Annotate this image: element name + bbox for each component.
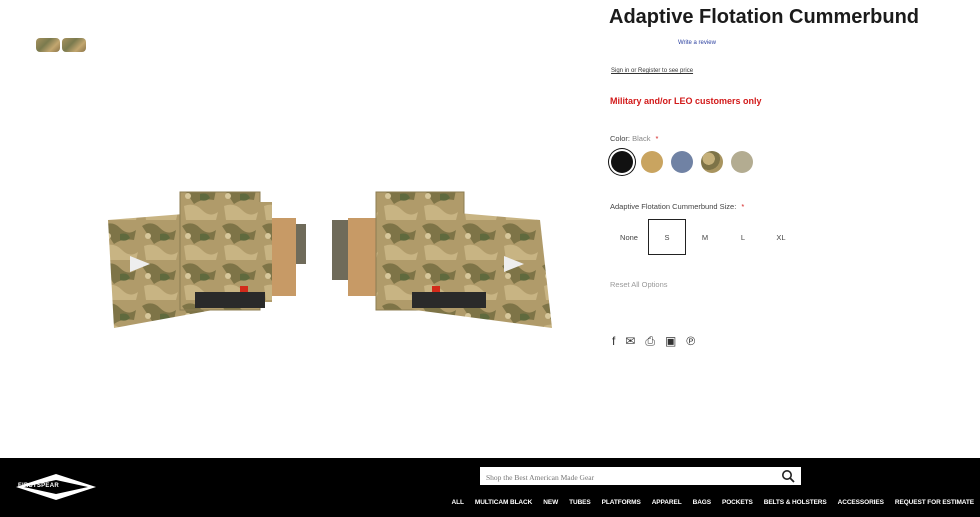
swatch-coyote[interactable] (641, 151, 663, 173)
nav-all[interactable]: ALL (452, 499, 464, 506)
search-box (480, 467, 801, 487)
nav-apparel[interactable]: APPAREL (652, 499, 682, 506)
nav-tubes[interactable]: TUBES (569, 499, 591, 506)
product-main-image (108, 191, 552, 328)
nav-accessories[interactable]: ACCESSORIES (838, 499, 884, 506)
left-cummerbund-panel (108, 191, 306, 328)
swatch-black[interactable] (611, 151, 633, 173)
color-label-text: Color: (610, 134, 631, 143)
search-input[interactable] (480, 468, 770, 487)
email-icon[interactable]: ✉ (625, 334, 635, 348)
swatch-multicam[interactable] (701, 151, 723, 173)
required-marker: * (655, 134, 659, 143)
thumbnail-left-piece (36, 38, 60, 52)
share-icons: f ✉ ⎙ ▣ ℗ (612, 334, 695, 348)
size-option-m[interactable]: M (686, 219, 724, 255)
size-option-label: Adaptive Flotation Cummerbund Size: * (610, 202, 744, 211)
size-selector: None S M L XL (610, 219, 800, 255)
product-title: Adaptive Flotation Cummerbund (609, 6, 919, 28)
nav-new[interactable]: NEW (543, 499, 558, 506)
size-option-none[interactable]: None (610, 219, 648, 255)
product-thumbnail[interactable] (36, 38, 88, 56)
search-icon[interactable] (781, 469, 795, 483)
size-required-marker: * (741, 202, 745, 211)
print-icon[interactable]: ⎙ (645, 334, 655, 348)
nav-request-estimate[interactable]: REQUEST FOR ESTIMATE (895, 499, 974, 506)
write-review-link[interactable]: Write a review (678, 40, 716, 46)
main-nav: ALL MULTICAM BLACK NEW TUBES PLATFORMS A… (452, 499, 975, 506)
nav-pockets[interactable]: POCKETS (722, 499, 753, 506)
logo-wordmark: FIRSTSPEAR (18, 483, 60, 489)
nav-platforms[interactable]: PLATFORMS (602, 499, 641, 506)
nav-multicam-black[interactable]: MULTICAM BLACK (475, 499, 532, 506)
pinterest-icon[interactable]: ℗ (686, 334, 695, 348)
selected-color-value: Black (632, 134, 651, 143)
swatch-blue[interactable] (671, 151, 693, 173)
customer-restriction-notice: Military and/or LEO customers only (610, 96, 762, 106)
facebook-icon[interactable]: f (612, 334, 615, 348)
swatch-ranger-green[interactable] (731, 151, 753, 173)
reset-options-link[interactable]: Reset All Options (610, 280, 668, 289)
size-option-s[interactable]: S (648, 219, 686, 255)
color-swatch-group (611, 151, 753, 173)
sign-in-price-link[interactable]: Sign in or Register to see price (611, 68, 693, 74)
size-label-text: Adaptive Flotation Cummerbund Size: (610, 202, 737, 211)
right-cummerbund-panel (332, 191, 552, 328)
thumbnail-right-piece (62, 38, 86, 52)
site-nav-bar: FIRSTSPEAR ALL MULTICAM BLACK NEW TUBES … (0, 458, 980, 517)
linkedin-icon[interactable]: ▣ (665, 334, 676, 348)
color-option-label: Color: Black * (610, 134, 658, 143)
nav-belts-holsters[interactable]: BELTS & HOLSTERS (764, 499, 827, 506)
size-option-xl[interactable]: XL (762, 219, 800, 255)
size-option-l[interactable]: L (724, 219, 762, 255)
nav-bags[interactable]: BAGS (693, 499, 711, 506)
